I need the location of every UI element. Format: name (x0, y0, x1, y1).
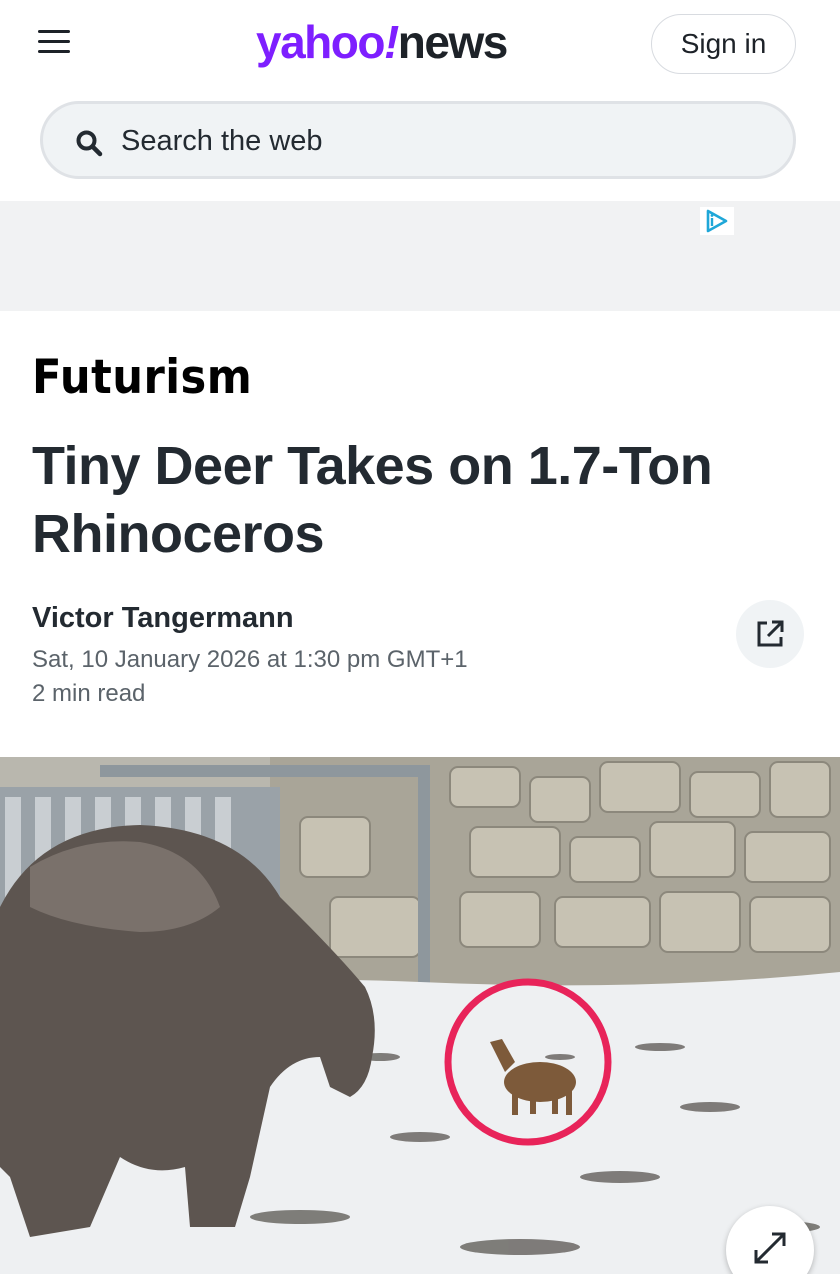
share-button[interactable] (736, 600, 804, 668)
external-share-icon (757, 620, 784, 647)
sign-in-button[interactable]: Sign in (651, 14, 796, 74)
source-logo[interactable]: Futurism (32, 350, 252, 406)
read-time: 2 min read (32, 680, 146, 707)
author-name[interactable]: Victor Tangermann (32, 600, 294, 636)
search-input[interactable]: Search the web (40, 101, 796, 179)
yahoo-news-logo[interactable]: yahoo!news (256, 14, 509, 70)
ad-banner[interactable] (0, 201, 840, 311)
search-icon (76, 130, 103, 157)
rhino-deer-photo (0, 757, 840, 1274)
article-image[interactable] (0, 757, 840, 1274)
adchoices-icon[interactable] (700, 207, 734, 235)
logo-yahoo-text: yahoo (256, 16, 385, 68)
article-title: Tiny Deer Takes on 1.7-Ton Rhinoceros (32, 436, 713, 564)
top-bar: yahoo!news Sign in (0, 0, 840, 90)
hamburger-menu-icon[interactable] (36, 26, 72, 58)
logo-news-text: news (397, 16, 509, 68)
publish-date: Sat, 10 January 2026 at 1:30 pm GMT+1 (32, 646, 468, 673)
expand-arrows-icon (754, 1232, 786, 1264)
logo-bang-text: ! (383, 16, 399, 68)
search-placeholder: Search the web (121, 125, 323, 157)
